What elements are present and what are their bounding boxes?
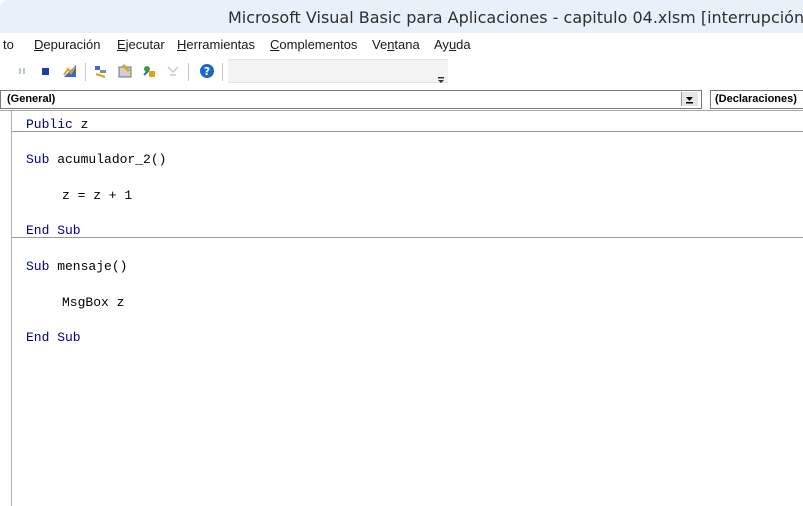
- help-icon[interactable]: ?: [199, 63, 215, 79]
- menu-item-ejecutar[interactable]: Ejecutar: [117, 37, 165, 52]
- toolbar-separator: [188, 63, 189, 81]
- code-line-1[interactable]: Public z: [26, 117, 88, 132]
- object-combo[interactable]: (General): [0, 90, 702, 109]
- menu-item-ayuda[interactable]: Ayuda: [434, 37, 471, 52]
- toolbar-overflow-icon[interactable]: [435, 61, 451, 83]
- chevron-down-icon[interactable]: [681, 92, 698, 106]
- code-line-4[interactable]: End Sub: [26, 223, 81, 238]
- margin-indicator-bar: [11, 111, 12, 506]
- standard-toolbar: ?: [0, 57, 803, 87]
- code-line-3[interactable]: z = z + 1: [62, 188, 132, 203]
- toolbar-separator: [85, 63, 86, 81]
- toolbox-icon[interactable]: [165, 63, 181, 79]
- properties-icon[interactable]: [117, 63, 133, 79]
- code-line-5[interactable]: Sub mensaje(): [26, 259, 127, 274]
- procedure-separator: [12, 237, 803, 238]
- code-line-6[interactable]: MsgBox z: [62, 295, 124, 310]
- menu-item-proyecto[interactable]: to: [3, 37, 14, 52]
- procedure-combo[interactable]: (Declaraciones): [710, 90, 803, 109]
- menu-item-herramientas[interactable]: Herramientas: [177, 37, 255, 52]
- menu-item-depuracion[interactable]: Depuración: [34, 37, 101, 52]
- svg-text:?: ?: [204, 65, 210, 78]
- code-line-7[interactable]: End Sub: [26, 330, 81, 345]
- toolbar-separator: [222, 63, 223, 81]
- code-editor[interactable]: Public z Sub acumulador_2() z = z + 1 En…: [0, 111, 803, 506]
- procedure-combo-value: (Declaraciones): [715, 93, 797, 105]
- procedure-separator: [12, 131, 803, 132]
- menu-item-complementos[interactable]: Complementos: [270, 37, 357, 52]
- code-window-combo-row: (General) (Declaraciones): [0, 88, 803, 111]
- window-title: Microsoft Visual Basic para Aplicaciones…: [228, 8, 803, 27]
- vba-editor-window: Microsoft Visual Basic para Aplicaciones…: [0, 0, 803, 506]
- design-mode-icon[interactable]: [62, 63, 78, 79]
- menu-bar: to Depuración Ejecutar Herramientas Comp…: [0, 33, 803, 57]
- toolbar-position-field: [228, 59, 448, 83]
- code-line-2[interactable]: Sub acumulador_2(): [26, 152, 166, 167]
- title-bar[interactable]: Microsoft Visual Basic para Aplicaciones…: [0, 0, 803, 33]
- object-combo-value: (General): [7, 93, 56, 105]
- object-browser-icon[interactable]: [141, 63, 157, 79]
- pause-icon[interactable]: [14, 63, 30, 79]
- stop-icon[interactable]: [38, 63, 54, 79]
- project-explorer-icon[interactable]: [93, 63, 109, 79]
- menu-item-ventana[interactable]: Ventana: [372, 37, 420, 52]
